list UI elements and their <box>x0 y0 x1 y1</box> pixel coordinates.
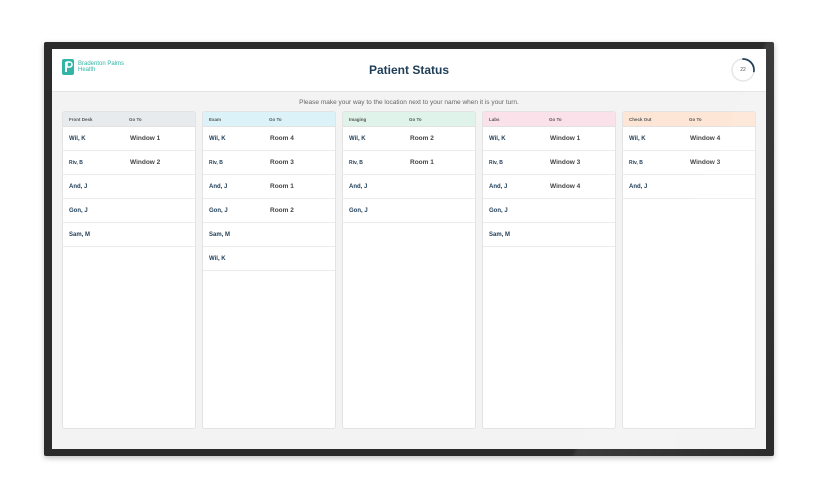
patient-name: And, J <box>489 183 508 190</box>
column-goto-header: Go To <box>689 116 702 122</box>
column-title: Imaging <box>349 116 367 122</box>
patient-row: Wil, K <box>203 247 335 271</box>
patient-row: Gon, J <box>63 199 195 223</box>
patient-destination: Window 3 <box>550 159 581 166</box>
patient-destination: Room 1 <box>410 159 434 166</box>
patient-destination: Window 1 <box>550 135 581 142</box>
patient-row: Sam, M <box>483 223 615 247</box>
patient-name: Gon, J <box>69 207 88 214</box>
column-title: Exam <box>209 116 222 122</box>
instruction-text: Please make your way to the location nex… <box>299 99 519 106</box>
column-title: Front Desk <box>69 116 93 122</box>
column-header: Exam Go To <box>203 112 335 127</box>
patient-name: Wil, K <box>209 135 226 142</box>
patient-destination: Room 1 <box>270 183 294 190</box>
patient-destination: Room 3 <box>270 159 294 166</box>
column-check-out: Check Out Go To Wil, K Window 4 Riv, B Window… <box>622 111 756 429</box>
patient-row: And, J <box>63 175 195 199</box>
patient-name: Wil, K <box>629 135 646 142</box>
patient-name: Riv, B <box>489 159 503 166</box>
patient-name: And, J <box>69 183 88 190</box>
patient-row: And, J <box>623 175 755 199</box>
patient-row: Wil, K Window 1 <box>483 127 615 151</box>
column-goto-header: Go To <box>409 116 422 122</box>
patient-name: Sam, M <box>209 231 231 238</box>
patient-row: Sam, M <box>203 223 335 247</box>
column-header: Front Desk Go To <box>63 112 195 127</box>
patient-destination: Window 2 <box>130 159 161 166</box>
column-goto-header: Go To <box>549 116 562 122</box>
patient-row: Riv, B Window 2 <box>63 151 195 175</box>
patient-row: And, J <box>343 175 475 199</box>
patient-name: Wil, K <box>209 255 226 262</box>
patient-row: Riv, B Room 1 <box>343 151 475 175</box>
app-header: Bradenton Palms Health Patient Status 22 <box>52 49 766 92</box>
patient-name: And, J <box>349 183 368 190</box>
column-header: Imaging Go To <box>343 112 475 127</box>
patient-name: Gon, J <box>489 207 508 214</box>
timer-value: 22 <box>740 67 746 73</box>
column-goto-header: Go To <box>129 116 142 122</box>
patient-name: Riv, B <box>69 159 83 166</box>
patient-row: Wil, K Window 4 <box>623 127 755 151</box>
column-title: Check Out <box>629 116 652 122</box>
column-header: Labs Go To <box>483 112 615 127</box>
patient-name: Riv, B <box>349 159 363 166</box>
bp-logo-icon <box>62 59 74 75</box>
brand-logo: Bradenton Palms Health <box>62 59 124 75</box>
brand-name: Bradenton Palms Health <box>78 61 124 73</box>
patient-destination: Room 2 <box>270 207 294 214</box>
brand-line-2: Health <box>78 67 96 73</box>
department-columns: Front Desk Go To Wil, K Window 1 Riv, B Windo… <box>52 111 766 429</box>
patient-name: Riv, B <box>209 159 223 166</box>
patient-destination: Window 4 <box>690 135 721 142</box>
patient-row: Wil, K Room 4 <box>203 127 335 151</box>
page-title: Patient Status <box>368 63 449 77</box>
patient-row: Sam, M <box>63 223 195 247</box>
patient-name: And, J <box>209 183 228 190</box>
patient-name: Wil, K <box>489 135 506 142</box>
refresh-timer: 22 <box>730 57 756 83</box>
patient-row: Riv, B Window 3 <box>623 151 755 175</box>
patient-destination: Window 3 <box>690 159 721 166</box>
patient-name: Sam, M <box>69 231 91 238</box>
patient-name: Wil, K <box>69 135 86 142</box>
display-monitor: Bradenton Palms Health Patient Status 22… <box>44 42 774 456</box>
column-exam: Exam Go To Wil, K Room 4 Riv, B Room 3 And, J R… <box>202 111 336 429</box>
patient-row: Gon, J <box>343 199 475 223</box>
patient-row: Gon, J <box>483 199 615 223</box>
column-imaging: Imaging Go To Wil, K Room 2 Riv, B Room 1 And,… <box>342 111 476 429</box>
column-labs: Labs Go To Wil, K Window 1 Riv, B Window 3 And… <box>482 111 616 429</box>
patient-row: Riv, B Window 3 <box>483 151 615 175</box>
patient-name: Gon, J <box>349 207 368 214</box>
patient-destination: Window 1 <box>130 135 161 142</box>
patient-row: Gon, J Room 2 <box>203 199 335 223</box>
status-screen: Bradenton Palms Health Patient Status 22… <box>52 49 766 449</box>
patient-name: And, J <box>629 183 648 190</box>
patient-row: And, J Room 1 <box>203 175 335 199</box>
patient-destination: Window 4 <box>550 183 581 190</box>
patient-destination: Room 2 <box>410 135 434 142</box>
patient-row: And, J Window 4 <box>483 175 615 199</box>
column-front-desk: Front Desk Go To Wil, K Window 1 Riv, B Windo… <box>62 111 196 429</box>
column-title: Labs <box>489 116 500 122</box>
patient-row: Wil, K Room 2 <box>343 127 475 151</box>
patient-name: Riv, B <box>629 159 643 166</box>
column-goto-header: Go To <box>269 116 282 122</box>
patient-name: Wil, K <box>349 135 366 142</box>
patient-destination: Room 4 <box>270 135 294 142</box>
column-header: Check Out Go To <box>623 112 755 127</box>
patient-name: Sam, M <box>489 231 511 238</box>
patient-row: Riv, B Room 3 <box>203 151 335 175</box>
patient-row: Wil, K Window 1 <box>63 127 195 151</box>
patient-name: Gon, J <box>209 207 228 214</box>
